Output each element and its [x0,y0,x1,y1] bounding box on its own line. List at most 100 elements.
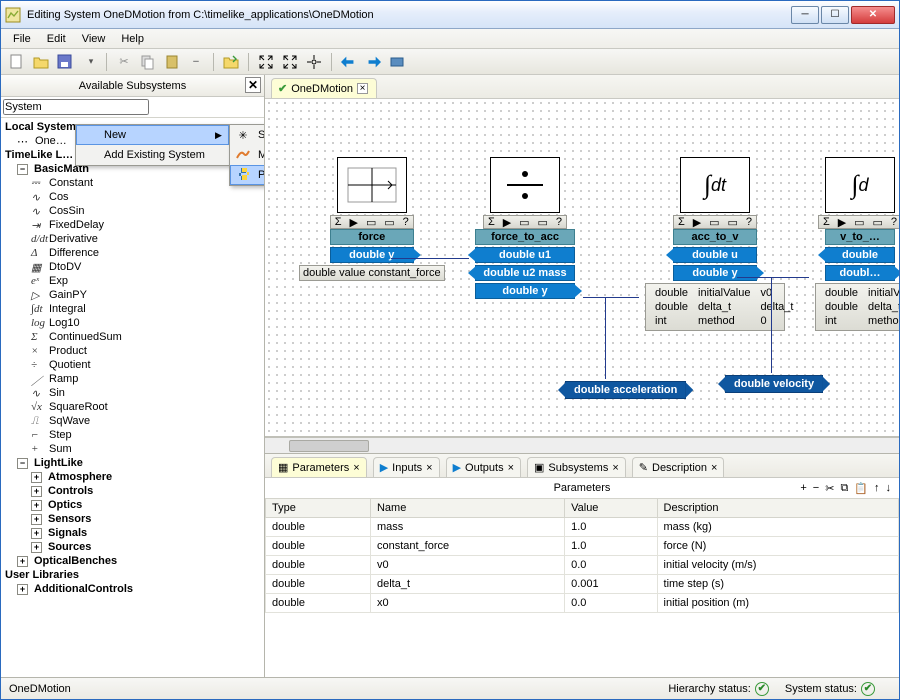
import-icon[interactable] [221,52,241,72]
cell-desc[interactable]: time step (s) [657,575,898,594]
cell-desc[interactable]: initial velocity (m/s) [657,556,898,575]
goto-out-icon[interactable] [363,52,383,72]
block-acc-to-v[interactable]: ∫dt Σ▶▭▭? acc_to_v double u double y dou… [645,157,785,331]
tree-item[interactable]: ▦DtoDV [3,260,262,274]
cell-type[interactable]: double [266,556,371,575]
tree-item[interactable]: ⎍SqWave [3,414,262,428]
tab-close-icon[interactable]: × [612,462,618,474]
block-force[interactable]: Σ▶▭▭? force double y double value consta… [299,157,445,281]
cell-value[interactable]: 0.0 [565,556,657,575]
cut-icon[interactable]: ✂ [114,52,134,72]
ctx-new-matlab[interactable]: Matlab System [230,145,264,165]
tab-description[interactable]: ✎Description× [632,457,725,477]
menu-edit[interactable]: Edit [39,31,74,47]
paste-icon[interactable] [162,52,182,72]
open-folder-icon[interactable] [31,52,51,72]
new-submenu[interactable]: ✳System Matlab System Python System [229,124,264,186]
tree-group-lightlike[interactable]: −LightLike [3,456,262,470]
tree-item[interactable]: ∿Cos [3,190,262,204]
block-force-to-acc[interactable]: Σ▶▭▭? force_to_acc double u1 double u2 m… [475,157,575,299]
canvas-h-scrollbar[interactable] [265,437,899,453]
tree-item[interactable]: logLog10 [3,316,262,330]
output-port[interactable]: double y [475,283,575,299]
expand-icon[interactable] [280,52,300,72]
table-row[interactable]: doublemass1.0mass (kg) [266,518,899,537]
tree-item[interactable]: ／Ramp [3,372,262,386]
tab-close-icon[interactable]: × [353,462,359,474]
scrollbar-thumb[interactable] [289,440,369,452]
add-param-icon[interactable]: + [800,482,806,495]
maximize-button[interactable]: ☐ [821,6,849,24]
new-file-icon[interactable] [7,52,27,72]
table-row[interactable]: doublev00.0initial velocity (m/s) [266,556,899,575]
tree-item[interactable]: ▷GainPY [3,288,262,302]
nav-right-icon[interactable]: ▶ [693,216,701,229]
cell-value[interactable]: 1.0 [565,518,657,537]
col-value[interactable]: Value [565,499,657,518]
cell-desc[interactable]: initial position (m) [657,594,898,613]
collapse-icon[interactable]: − [17,458,28,469]
system-selector-input[interactable] [3,99,149,115]
minimize-button[interactable]: ─ [791,6,819,24]
goto-in-icon[interactable] [339,52,359,72]
tab-onedmotion[interactable]: ✔ OneDMotion × [271,78,377,98]
ctx-new-python[interactable]: Python System [230,165,264,185]
tree-item[interactable]: ⇥FixedDelay [3,218,262,232]
tab-inputs[interactable]: ▶Inputs× [373,457,440,477]
subsystems-tree[interactable]: Local Systems ⋯One… TimeLike L… −BasicMa… [1,118,264,677]
input-port[interactable]: double u [673,247,757,263]
expand-icon[interactable]: + [17,584,28,595]
ctx-new[interactable]: New▶ [76,125,229,145]
expand-icon[interactable]: + [31,472,42,483]
output-port[interactable]: double y [330,247,414,263]
cell-value[interactable]: 0.001 [565,575,657,594]
tree-item[interactable]: ⎓Constant [3,176,262,190]
table-row[interactable]: doublex00.0initial position (m) [266,594,899,613]
col-description[interactable]: Description [657,499,898,518]
tab-subsystems[interactable]: ▣Subsystems× [527,457,626,477]
tree-item[interactable]: ∿CosSin [3,204,262,218]
block-v-to-x[interactable]: ∫d Σ▶▭▭? v_to_… double doubl… doubleinit… [815,157,899,331]
tree-item-opticalbenches[interactable]: +OpticalBenches [3,554,262,568]
tree-item[interactable]: ÷Quotient [3,358,262,372]
tree-item[interactable]: +Atmosphere [3,470,262,484]
move-down-icon[interactable]: ↓ [886,482,892,495]
cell-value[interactable]: 1.0 [565,537,657,556]
tree-item[interactable]: +Sources [3,540,262,554]
diagram-canvas[interactable]: Σ▶▭▭? force double y double value consta… [265,99,899,437]
menu-file[interactable]: File [5,31,39,47]
cell-desc[interactable]: force (N) [657,537,898,556]
table-row[interactable]: doubledelta_t0.001time step (s) [266,575,899,594]
nav-right-icon[interactable]: ▶ [350,216,358,229]
table-row[interactable]: doubleconstant_force1.0force (N) [266,537,899,556]
expand-icon[interactable]: + [31,514,42,525]
parameters-table[interactable]: Type Name Value Description doublemass1.… [265,498,899,677]
tree-item-additional[interactable]: +AdditionalControls [3,582,262,596]
signal-tag-velocity[interactable]: double velocity [725,375,823,393]
input-port-u1[interactable]: double u1 [475,247,575,263]
ctx-add-existing[interactable]: Add Existing System [76,145,229,165]
remove-param-icon[interactable]: − [813,482,819,495]
cell-name[interactable]: x0 [370,594,564,613]
close-button[interactable]: ✕ [851,6,895,24]
tab-close-icon[interactable]: × [426,462,432,474]
cell-type[interactable]: double [266,575,371,594]
tree-context-menu[interactable]: New▶ Add Existing System [75,124,230,166]
delete-icon[interactable]: − [186,52,206,72]
collapse-icon[interactable] [256,52,276,72]
tab-close-icon[interactable]: × [357,83,368,94]
cell-value[interactable]: 0.0 [565,594,657,613]
menu-view[interactable]: View [74,31,114,47]
move-up-icon[interactable]: ↑ [874,482,880,495]
input-port[interactable]: double [825,247,895,263]
tree-item[interactable]: eˣExp [3,274,262,288]
expand-icon[interactable]: + [31,500,42,511]
menu-help[interactable]: Help [113,31,152,47]
tab-parameters[interactable]: ▦Parameters× [271,457,367,477]
signal-tag-acceleration[interactable]: double acceleration [565,381,686,399]
panel-close-icon[interactable]: ✕ [245,77,261,93]
tab-outputs[interactable]: ▶Outputs× [446,457,521,477]
cell-name[interactable]: delta_t [370,575,564,594]
tree-item[interactable]: ΣContinuedSum [3,330,262,344]
cell-name[interactable]: v0 [370,556,564,575]
